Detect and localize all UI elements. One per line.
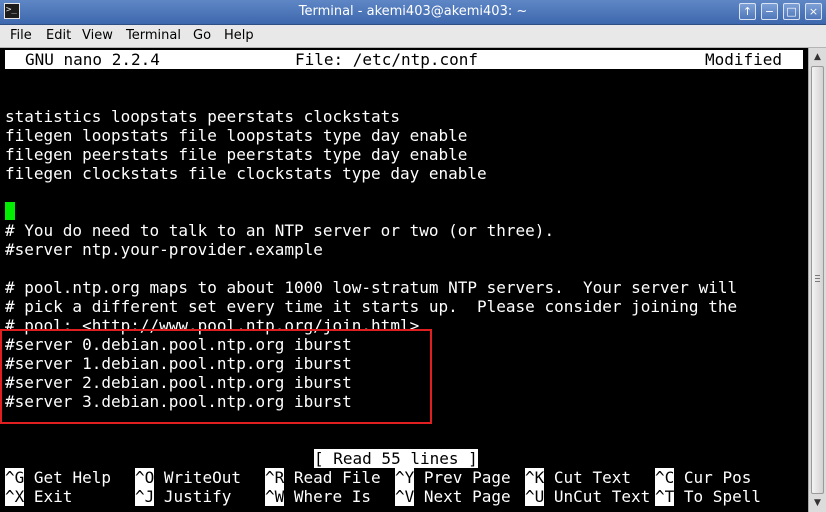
- scroll-up-icon[interactable]: ▲: [811, 50, 824, 64]
- editor-line: filegen loopstats file loopstats type da…: [5, 126, 468, 145]
- editor-line: # pick a different set every time it sta…: [5, 297, 738, 316]
- nano-status-message: [ Read 55 lines ]: [314, 449, 478, 468]
- shortcut-to-spell[interactable]: ^T To Spell: [655, 487, 761, 506]
- annotation-highlight-box: [0, 329, 432, 424]
- shortcut-uncut-text[interactable]: ^U UnCut Text: [525, 487, 650, 506]
- shortcut-read-file[interactable]: ^R Read File: [265, 468, 381, 487]
- nano-modified-state: Modified: [705, 50, 783, 69]
- menu-edit[interactable]: Edit: [46, 25, 71, 47]
- shortcut-cut-text[interactable]: ^K Cut Text: [525, 468, 631, 487]
- terminal-area[interactable]: GNU nano 2.2.4 File: /etc/ntp.conf Modif…: [0, 48, 808, 512]
- editor-line: #server ntp.your-provider.example: [5, 240, 323, 259]
- scrollbar-grip: [815, 278, 820, 279]
- editor-line: filegen clockstats file clockstats type …: [5, 164, 487, 183]
- window-maximize-button[interactable]: □: [783, 3, 800, 20]
- window-title: Terminal - akemi403@akemi403: ~: [298, 4, 528, 19]
- menu-view[interactable]: View: [82, 25, 113, 47]
- window-minimize-button[interactable]: −: [761, 3, 778, 20]
- menu-go[interactable]: Go: [193, 25, 211, 47]
- text-cursor: [5, 202, 15, 220]
- shortcut-next-page[interactable]: ^V Next Page: [395, 487, 511, 506]
- menu-bar: File Edit View Terminal Go Help: [0, 25, 826, 48]
- editor-line: # pool.ntp.org maps to about 1000 low-st…: [5, 278, 738, 297]
- scrollbar-thumb[interactable]: [811, 66, 824, 494]
- scrollbar-grip: [815, 275, 820, 276]
- editor-line: statistics loopstats peerstats clockstat…: [5, 107, 400, 126]
- editor-line: # You do need to talk to an NTP server o…: [5, 221, 555, 240]
- nano-file-name: File: /etc/ntp.conf: [295, 50, 479, 69]
- menu-file[interactable]: File: [10, 25, 32, 47]
- scroll-down-icon[interactable]: ▼: [811, 496, 824, 510]
- shortcut-writeout[interactable]: ^O WriteOut: [135, 468, 241, 487]
- vertical-scrollbar[interactable]: ▲ ▼: [808, 48, 826, 512]
- menu-terminal[interactable]: Terminal: [126, 25, 181, 47]
- shortcut-cur-pos[interactable]: ^C Cur Pos: [655, 468, 751, 487]
- scrollbar-grip: [815, 281, 820, 282]
- nano-version: GNU nano 2.2.4: [25, 50, 160, 69]
- nano-header-bar: GNU nano 2.2.4 File: /etc/ntp.conf Modif…: [5, 50, 803, 69]
- editor-line: filegen peerstats file peerstats type da…: [5, 145, 468, 164]
- shortcut-prev-page[interactable]: ^Y Prev Page: [395, 468, 511, 487]
- shortcut-justify[interactable]: ^J Justify: [135, 487, 231, 506]
- window-close-button[interactable]: ×: [805, 3, 822, 20]
- menu-help[interactable]: Help: [224, 25, 254, 47]
- shortcut-get-help[interactable]: ^G Get Help: [5, 468, 111, 487]
- window-title-bar[interactable]: >_ Terminal - akemi403@akemi403: ~ ↑ − □…: [0, 0, 826, 25]
- window-up-button[interactable]: ↑: [739, 3, 756, 20]
- shortcut-exit[interactable]: ^X Exit: [5, 487, 72, 506]
- shortcut-where-is[interactable]: ^W Where Is: [265, 487, 371, 506]
